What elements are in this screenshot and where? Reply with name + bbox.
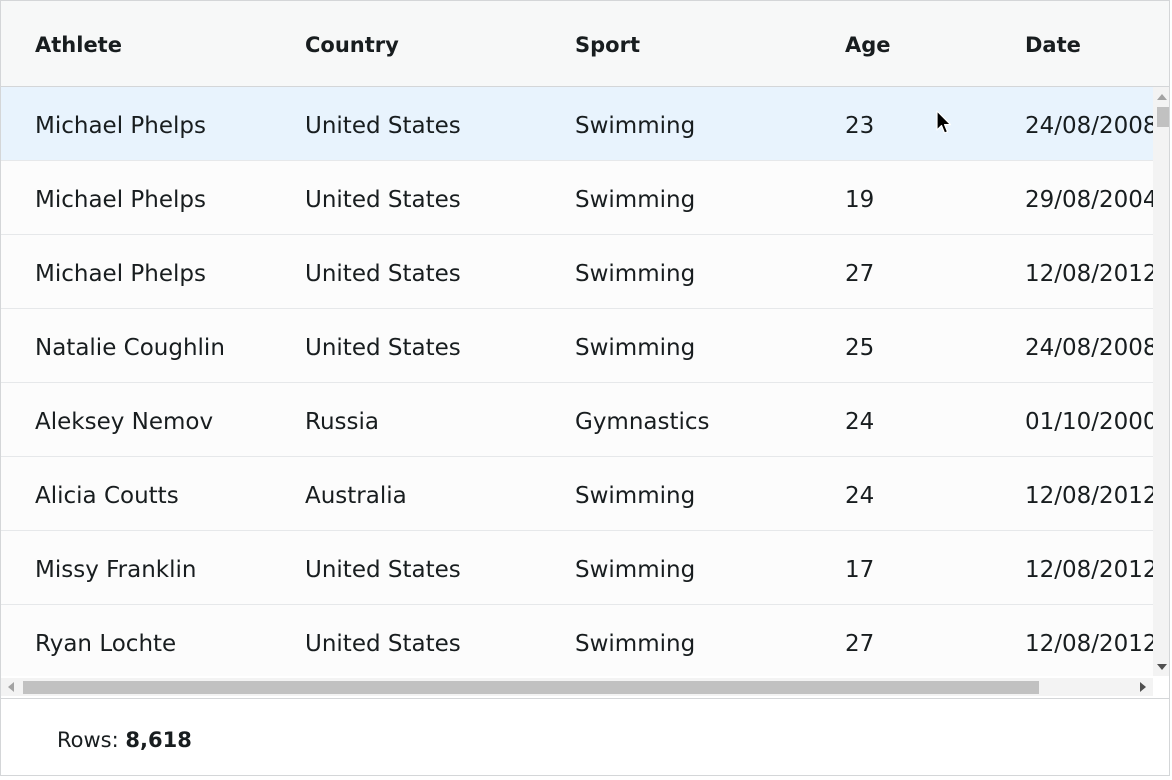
horizontal-scroll-thumb[interactable] bbox=[23, 681, 1039, 694]
cell-date[interactable]: 24/08/2008 bbox=[1025, 309, 1153, 383]
cell-athlete[interactable]: Natalie Coughlin bbox=[35, 309, 285, 383]
cell-sport[interactable]: Swimming bbox=[575, 309, 825, 383]
table-row[interactable]: Natalie Coughlin United States Swimming … bbox=[1, 309, 1153, 383]
cell-country[interactable]: United States bbox=[305, 235, 555, 309]
table-row[interactable]: Michael Phelps United States Swimming 23… bbox=[1, 87, 1153, 161]
cell-sport[interactable]: Swimming bbox=[575, 457, 825, 531]
cell-country[interactable]: United States bbox=[305, 309, 555, 383]
cell-date[interactable]: 24/08/2008 bbox=[1025, 87, 1153, 161]
column-header-sport[interactable]: Sport bbox=[575, 1, 825, 87]
table-row[interactable]: Michael Phelps United States Swimming 27… bbox=[1, 235, 1153, 309]
horizontal-scrollbar[interactable] bbox=[1, 678, 1153, 696]
cell-date[interactable]: 01/10/2000 bbox=[1025, 383, 1153, 457]
cell-date[interactable]: 12/08/2012 bbox=[1025, 605, 1153, 676]
cell-athlete[interactable]: Michael Phelps bbox=[35, 161, 285, 235]
table-row[interactable]: Ryan Lochte United States Swimming 27 12… bbox=[1, 605, 1153, 676]
column-header-date[interactable]: Date bbox=[1025, 1, 1153, 87]
cell-sport[interactable]: Swimming bbox=[575, 161, 825, 235]
vertical-scroll-thumb[interactable] bbox=[1157, 107, 1169, 127]
table-row[interactable]: Aleksey Nemov Russia Gymnastics 24 01/10… bbox=[1, 383, 1153, 457]
cell-sport[interactable]: Gymnastics bbox=[575, 383, 825, 457]
cell-age[interactable]: 27 bbox=[845, 235, 995, 309]
table-row[interactable]: Michael Phelps United States Swimming 19… bbox=[1, 161, 1153, 235]
cell-athlete[interactable]: Alicia Coutts bbox=[35, 457, 285, 531]
row-count-label: Rows: bbox=[57, 728, 119, 752]
column-header-age[interactable]: Age bbox=[845, 1, 995, 87]
cell-athlete[interactable]: Aleksey Nemov bbox=[35, 383, 285, 457]
column-header-country[interactable]: Country bbox=[305, 1, 555, 87]
cell-athlete[interactable]: Ryan Lochte bbox=[35, 605, 285, 676]
cell-country[interactable]: United States bbox=[305, 605, 555, 676]
row-count: Rows: 8,618 bbox=[57, 699, 192, 775]
cell-age[interactable]: 24 bbox=[845, 457, 995, 531]
cell-athlete[interactable]: Michael Phelps bbox=[35, 87, 285, 161]
cell-country[interactable]: United States bbox=[305, 87, 555, 161]
cell-athlete[interactable]: Missy Franklin bbox=[35, 531, 285, 605]
cell-sport[interactable]: Swimming bbox=[575, 531, 825, 605]
row-count-value: 8,618 bbox=[125, 728, 192, 752]
cell-date[interactable]: 12/08/2012 bbox=[1025, 457, 1153, 531]
cell-sport[interactable]: Swimming bbox=[575, 87, 825, 161]
scroll-left-arrow-icon[interactable] bbox=[8, 682, 14, 692]
cell-age[interactable]: 19 bbox=[845, 161, 995, 235]
data-grid: Athlete Country Sport Age Date Michael P… bbox=[0, 0, 1170, 776]
grid-body: Michael Phelps United States Swimming 23… bbox=[1, 87, 1153, 676]
cell-country[interactable]: Australia bbox=[305, 457, 555, 531]
scroll-right-arrow-icon[interactable] bbox=[1140, 682, 1146, 692]
column-header-athlete[interactable]: Athlete bbox=[35, 1, 285, 87]
cell-date[interactable]: 29/08/2004 bbox=[1025, 161, 1153, 235]
table-row[interactable]: Missy Franklin United States Swimming 17… bbox=[1, 531, 1153, 605]
cell-country[interactable]: Russia bbox=[305, 383, 555, 457]
grid-header: Athlete Country Sport Age Date bbox=[1, 1, 1169, 87]
cell-age[interactable]: 23 bbox=[845, 87, 995, 161]
cell-country[interactable]: United States bbox=[305, 531, 555, 605]
cell-country[interactable]: United States bbox=[305, 161, 555, 235]
mouse-pointer-icon bbox=[936, 110, 952, 134]
cell-date[interactable]: 12/08/2012 bbox=[1025, 235, 1153, 309]
cell-date[interactable]: 12/08/2012 bbox=[1025, 531, 1153, 605]
cell-age[interactable]: 17 bbox=[845, 531, 995, 605]
cell-sport[interactable]: Swimming bbox=[575, 605, 825, 676]
cell-age[interactable]: 27 bbox=[845, 605, 995, 676]
scroll-down-arrow-icon[interactable] bbox=[1157, 664, 1167, 670]
status-bar: Rows: 8,618 bbox=[1, 698, 1169, 775]
table-row[interactable]: Alicia Coutts Australia Swimming 24 12/0… bbox=[1, 457, 1153, 531]
vertical-scrollbar[interactable] bbox=[1153, 87, 1169, 676]
cell-athlete[interactable]: Michael Phelps bbox=[35, 235, 285, 309]
cell-sport[interactable]: Swimming bbox=[575, 235, 825, 309]
cell-age[interactable]: 24 bbox=[845, 383, 995, 457]
scroll-up-arrow-icon[interactable] bbox=[1157, 94, 1167, 100]
cell-age[interactable]: 25 bbox=[845, 309, 995, 383]
